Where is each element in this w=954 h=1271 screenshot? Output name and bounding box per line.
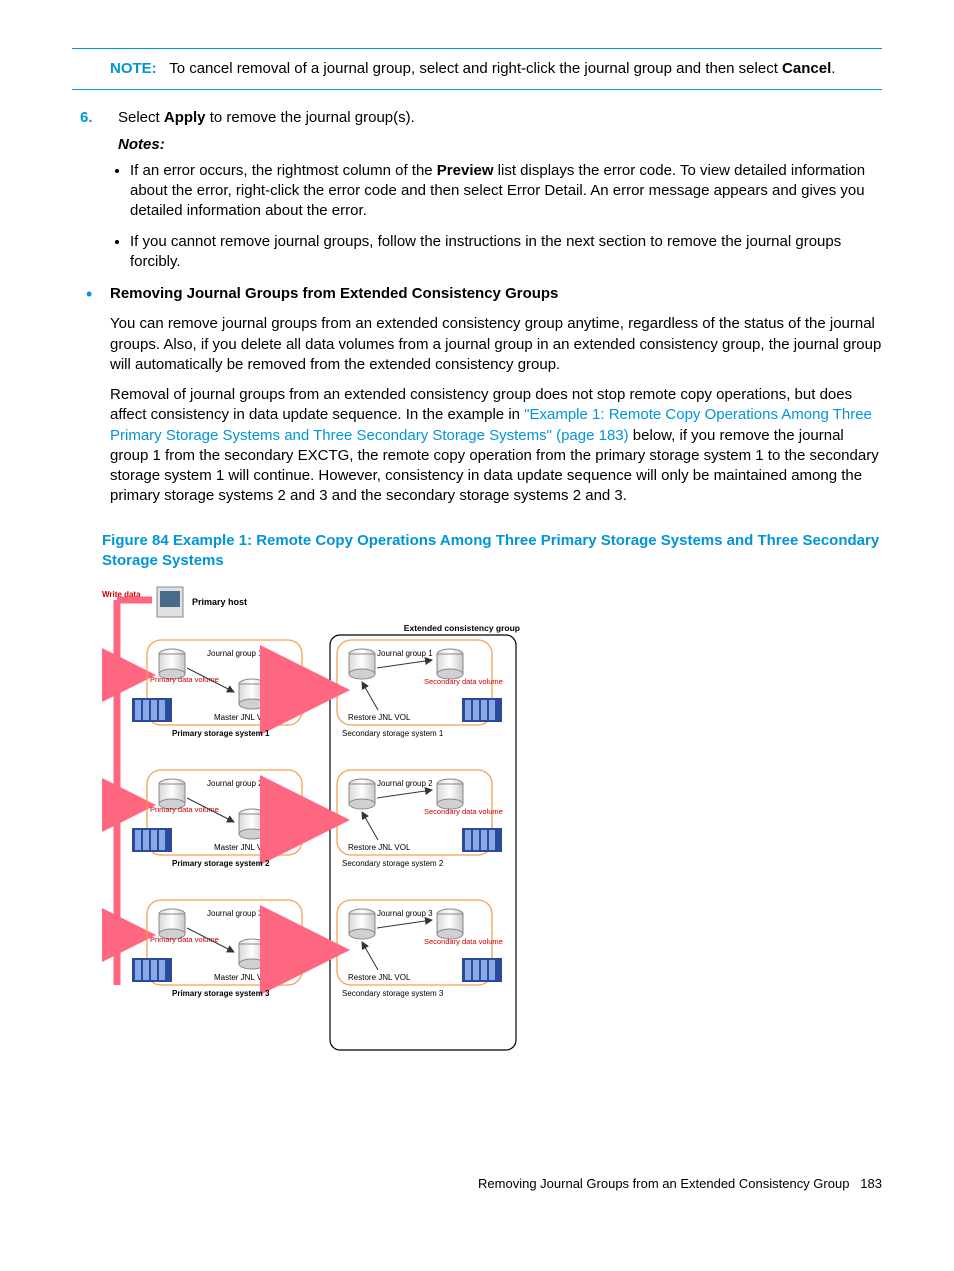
svg-text:Secondary data volume: Secondary data volume [424, 937, 503, 946]
svg-text:Master JNL VOL: Master JNL VOL [214, 973, 273, 982]
svg-text:Primary storage system 1: Primary storage system 1 [172, 729, 270, 738]
svg-text:Journal group 1: Journal group 1 [377, 649, 433, 658]
svg-text:Primary host: Primary host [192, 597, 247, 607]
preview-bold: Preview [437, 162, 494, 179]
note-item-2: If you cannot remove journal groups, fol… [130, 232, 882, 273]
svg-text:Extended consistency group: Extended consistency group [404, 623, 520, 633]
svg-text:Secondary storage system 3: Secondary storage system 3 [342, 989, 444, 998]
figure-diagram: Write data Primary host Extended consist… [102, 585, 522, 1055]
svg-text:Restore JNL VOL: Restore JNL VOL [348, 973, 411, 982]
svg-text:Journal group 3: Journal group 3 [377, 909, 433, 918]
note-item-1: If an error occurs, the rightmost column… [130, 161, 882, 222]
svg-text:Journal group 1: Journal group 1 [207, 649, 263, 658]
note-label: NOTE: [110, 60, 157, 77]
footer-text: Removing Journal Groups from an Extended… [478, 1176, 849, 1191]
svg-text:Master JNL VOL: Master JNL VOL [214, 713, 273, 722]
svg-text:Journal group 2: Journal group 2 [377, 779, 433, 788]
figure-caption: Figure 84 Example 1: Remote Copy Operati… [102, 531, 882, 572]
section-p1: You can remove journal groups from an ex… [110, 314, 882, 375]
svg-text:Primary storage system 2: Primary storage system 2 [172, 859, 270, 868]
svg-text:Master JNL VOL: Master JNL VOL [214, 843, 273, 852]
step-6: 6. Select Apply to remove the journal gr… [72, 108, 882, 155]
page-footer: Removing Journal Groups from an Extended… [72, 1175, 882, 1193]
apply-bold: Apply [164, 109, 206, 126]
svg-text:Journal group 2: Journal group 2 [207, 779, 263, 788]
section-p2: Removal of journal groups from an extend… [110, 385, 882, 507]
svg-text:Restore JNL VOL: Restore JNL VOL [348, 843, 411, 852]
svg-text:Journal group 3: Journal group 3 [207, 909, 263, 918]
notes-label: Notes: [118, 135, 882, 155]
svg-text:Restore JNL VOL: Restore JNL VOL [348, 713, 411, 722]
note-text: To cancel removal of a journal group, se… [169, 60, 782, 77]
svg-text:Primary storage system 3: Primary storage system 3 [172, 989, 270, 998]
note-cancel: Cancel [782, 60, 831, 77]
svg-text:Secondary data volume: Secondary data volume [424, 807, 503, 816]
section-heading: Removing Journal Groups from Extended Co… [110, 284, 882, 304]
section-list: Removing Journal Groups from Extended Co… [72, 284, 882, 507]
note-box: NOTE: To cancel removal of a journal gro… [72, 48, 882, 90]
notes-list: If an error occurs, the rightmost column… [72, 161, 882, 272]
svg-text:Secondary storage system 2: Secondary storage system 2 [342, 859, 444, 868]
page-number: 183 [860, 1176, 882, 1191]
step-number: 6. [72, 108, 118, 155]
svg-text:Secondary storage system 1: Secondary storage system 1 [342, 729, 444, 738]
svg-text:Secondary data volume: Secondary data volume [424, 677, 503, 686]
